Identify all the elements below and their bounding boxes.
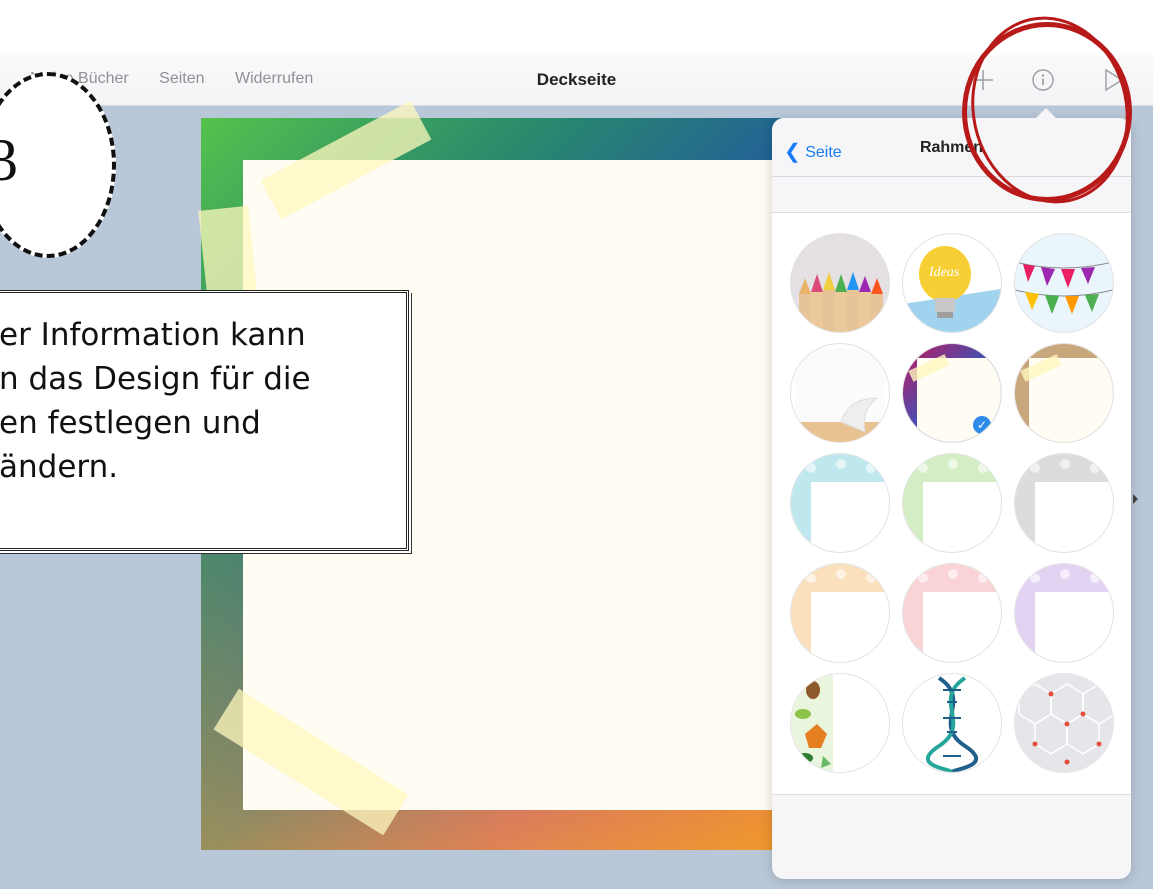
instruction-callout: er Information kann n das Design für die… [0,290,409,551]
frame-popover: ❮ Seite Rahmen Ideas ✓ [772,118,1131,879]
frame-thumb-blue-dots[interactable] [790,453,890,553]
callout-line: en festlegen und [0,405,261,441]
frame-thumb-green-dots[interactable] [902,453,1002,553]
frame-thumb-kraft-tape[interactable] [1014,343,1114,443]
callout-line: ändern. [0,449,119,485]
ideas-label: Ideas [928,265,960,280]
frame-thumb-lightbulb-ideas[interactable]: Ideas [902,233,1002,333]
selected-check-icon: ✓ [973,416,991,434]
frame-thumb-gray-dots[interactable] [1014,453,1114,553]
callout-line: n das Design für die [0,361,311,397]
callout-text: er Information kann n das Design für die… [0,313,311,489]
step-number: 3 [0,127,18,193]
frame-thumb-orange-dots[interactable] [790,563,890,663]
frame-thumb-gradient-tape[interactable]: ✓ [902,343,1002,443]
frame-thumb-molecule-pattern[interactable] [1014,673,1114,773]
divider [772,794,1131,795]
frame-thumb-dna-helix[interactable] [902,673,1002,773]
callout-line: er Information kann [0,317,306,353]
frame-thumb-autumn-leaves[interactable] [790,673,890,773]
frame-thumb-paper-curl[interactable] [790,343,890,443]
frame-thumb-pink-dots[interactable] [902,563,1002,663]
frame-thumb-bunting-flags[interactable] [1014,233,1114,333]
frame-thumb-colored-pencils[interactable] [790,233,890,333]
frame-thumb-purple-dots[interactable] [1014,563,1114,663]
chevron-right-icon[interactable] [1133,494,1138,504]
frame-grid: Ideas ✓ [772,213,1131,795]
